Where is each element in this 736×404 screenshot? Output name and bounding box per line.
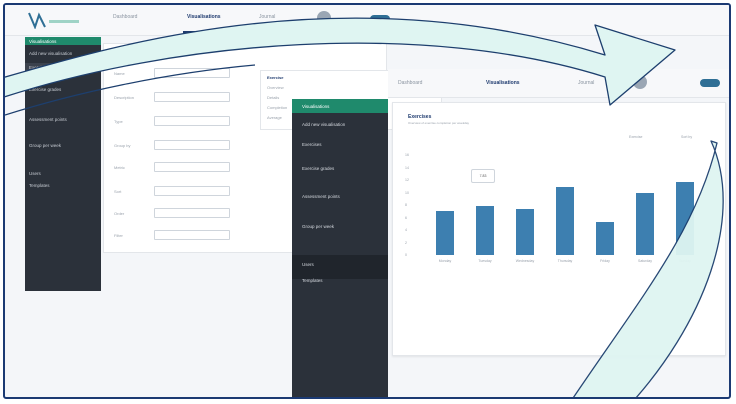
front-sidebar-item-group[interactable]: Group per week bbox=[302, 223, 334, 230]
chart-bar[interactable] bbox=[636, 192, 654, 255]
front-sidebar-item-grades[interactable]: Exercise grades bbox=[302, 165, 334, 172]
front-sidebar-item-templates[interactable]: Templates bbox=[302, 277, 323, 284]
front-sidebar-item-exercises[interactable]: Exercises bbox=[302, 141, 322, 148]
form-select[interactable] bbox=[154, 208, 230, 218]
mid-card-title: Exercise bbox=[267, 75, 284, 80]
back-sidebar-header-label: Visualisations bbox=[29, 39, 57, 44]
form-label: Group by bbox=[114, 143, 131, 148]
mid-card-line: Average bbox=[267, 115, 282, 120]
y-tick-label: 10 bbox=[405, 190, 409, 195]
x-tick-label: Monday bbox=[438, 259, 452, 263]
form-label: Metric bbox=[114, 165, 125, 170]
form-label: Name bbox=[114, 71, 125, 76]
back-form-title: Settings bbox=[112, 47, 128, 52]
y-tick-label: 4 bbox=[405, 228, 407, 232]
form-select[interactable] bbox=[154, 116, 230, 126]
mid-card-line: Overview bbox=[267, 85, 284, 90]
back-sidebar-item-add[interactable]: Add new visualisation bbox=[29, 51, 72, 56]
form-field[interactable] bbox=[154, 68, 230, 78]
form-select[interactable] bbox=[154, 162, 230, 172]
back-sidebar: Visualisations Add new visualisation Exe… bbox=[25, 37, 101, 291]
x-tick-label: Thursday bbox=[557, 259, 573, 263]
chart-tooltip: 7.83 bbox=[471, 169, 495, 183]
avatar[interactable] bbox=[317, 11, 331, 25]
x-tick-label: Saturday bbox=[637, 259, 652, 263]
back-sidebar-item-exercises[interactable]: Exercises bbox=[29, 65, 49, 70]
y-tick-label: 14 bbox=[405, 165, 409, 170]
front-sidebar-item-users[interactable]: Users bbox=[302, 261, 314, 268]
back-sidebar-item-grades[interactable]: Exercise grades bbox=[29, 87, 61, 92]
front-nav-visualisations[interactable]: Visualisations bbox=[486, 80, 520, 86]
x-tick-label: Sunday bbox=[679, 259, 691, 263]
x-tick-label: Tuesday bbox=[478, 259, 492, 263]
y-tick-label: 12 bbox=[405, 178, 409, 182]
form-label: Order bbox=[114, 211, 125, 216]
form-field[interactable] bbox=[154, 92, 230, 102]
y-tick-label: 8 bbox=[405, 203, 407, 207]
front-topbar: Dashboard Visualisations Journal bbox=[388, 69, 729, 98]
front-sidebar-header-label: Visualisations bbox=[302, 104, 330, 109]
chart-bar[interactable] bbox=[676, 181, 694, 255]
front-nav-dashboard[interactable]: Dashboard bbox=[398, 80, 422, 86]
form-label: Sort bbox=[114, 189, 122, 194]
chart-card: Exercises Overview of exercise completio… bbox=[392, 102, 726, 356]
back-sidebar-item-users[interactable]: Users bbox=[29, 171, 41, 176]
chart-bar[interactable] bbox=[556, 186, 574, 255]
back-sidebar-item-templates[interactable]: Templates bbox=[29, 183, 50, 188]
chart-bar[interactable] bbox=[476, 206, 494, 255]
front-account-pill[interactable] bbox=[700, 79, 720, 87]
back-nav-journal[interactable]: Journal bbox=[259, 14, 275, 20]
front-sidebar-item-add[interactable]: Add new visualisation bbox=[302, 121, 345, 128]
back-sidebar-item-assessment[interactable]: Assessment points bbox=[29, 117, 67, 122]
form-select[interactable] bbox=[154, 140, 230, 150]
form-select[interactable] bbox=[154, 230, 230, 240]
mid-card-line: Details bbox=[267, 95, 280, 100]
chart-bar[interactable] bbox=[516, 208, 534, 255]
chart-area: 0 2 4 6 8 10 12 14 16 Monday Tuesday Wednesday Thurs… bbox=[393, 103, 725, 355]
x-tick-label: Wednesday bbox=[515, 259, 535, 263]
screenshot-frame: Dashboard Visualisations Journal Visuali… bbox=[3, 3, 731, 399]
form-label: Filter bbox=[114, 233, 123, 238]
front-avatar[interactable] bbox=[633, 75, 647, 89]
chart-bar[interactable] bbox=[436, 210, 454, 255]
x-tick-label: Friday bbox=[600, 259, 610, 263]
y-tick-label: 2 bbox=[405, 240, 407, 245]
front-sidebar: Visualisations Add new visualisation Exe… bbox=[292, 99, 388, 397]
back-nav-underline bbox=[183, 31, 233, 33]
form-label: Type bbox=[114, 119, 123, 124]
form-select[interactable] bbox=[154, 186, 230, 196]
front-nav-journal[interactable]: Journal bbox=[578, 80, 594, 86]
back-nav-visualisations[interactable]: Visualisations bbox=[187, 14, 221, 20]
back-sidebar-item-group[interactable]: Group per week bbox=[29, 143, 61, 148]
back-topbar: Dashboard Visualisations Journal bbox=[5, 5, 729, 36]
y-tick-label: 16 bbox=[405, 153, 409, 157]
account-pill[interactable] bbox=[370, 15, 390, 23]
chart-bar[interactable] bbox=[596, 221, 614, 255]
back-nav-dashboard[interactable]: Dashboard bbox=[113, 14, 137, 20]
brand-logo bbox=[28, 12, 79, 29]
y-tick-label: 0 bbox=[405, 253, 407, 257]
front-sidebar-item-assessment[interactable]: Assessment points bbox=[302, 193, 340, 200]
y-tick-label: 6 bbox=[405, 215, 407, 220]
mid-card-line: Completion bbox=[267, 105, 288, 110]
form-label: Description bbox=[114, 95, 135, 100]
